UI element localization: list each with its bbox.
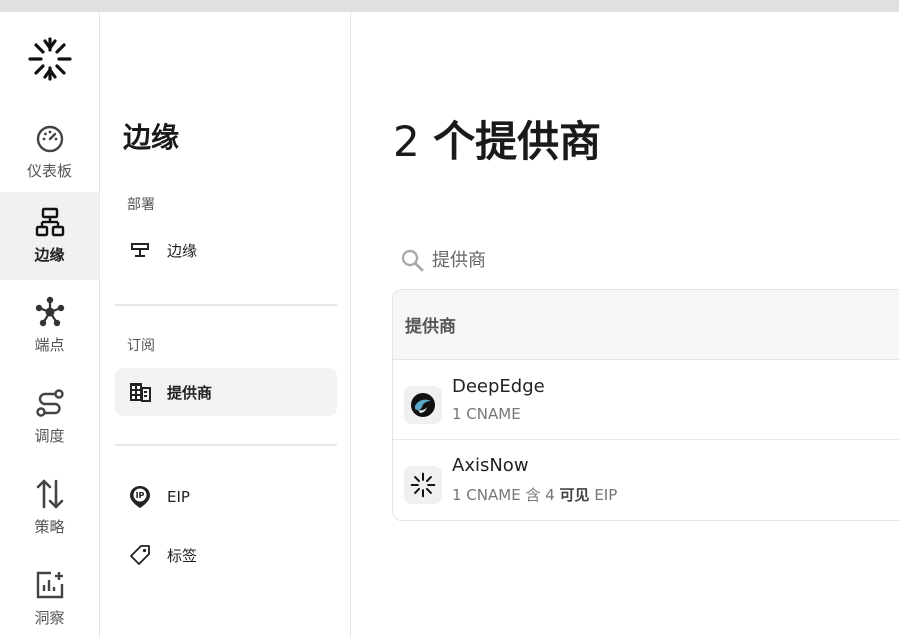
provider-details: 1 CNAME <box>452 405 545 423</box>
section-label-subscription: 订阅 <box>127 338 155 354</box>
nav-link-edge[interactable]: 边缘 <box>115 226 337 274</box>
svg-text:IP: IP <box>136 491 145 500</box>
divider <box>115 304 337 306</box>
column-header-provider[interactable]: 提供商 <box>405 312 456 337</box>
visible-label: 可见 <box>559 486 590 504</box>
section-label-deploy: 部署 <box>127 197 155 213</box>
table-row[interactable]: AxisNow 1 CNAME 含 4 可见 EIP <box>393 440 899 520</box>
primary-rail: 仪表板 边缘 端点 调度 策略 洞察 <box>0 12 100 638</box>
search-bar <box>400 245 800 275</box>
provider-count: 2 <box>393 117 420 166</box>
secondary-nav: 边缘 部署 边缘 订阅 提供商 IP EIP 标签 <box>100 12 351 638</box>
hub-icon <box>35 296 64 327</box>
provider-name: AxisNow <box>452 455 529 476</box>
gauge-icon <box>36 125 63 153</box>
main-content: 2 个提供商 提供商 DeepEdge 1 CNAME <box>352 12 899 638</box>
ip-pin-icon: IP <box>129 486 151 508</box>
rail-label-endpoints: 端点 <box>34 336 65 354</box>
subnav-title: 边缘 <box>123 121 180 154</box>
chart-plus-icon <box>36 571 63 599</box>
provider-cname: 1 CNAME <box>452 405 521 423</box>
arrows-updown-icon <box>36 479 63 509</box>
axisnow-logo <box>404 466 442 504</box>
deepedge-logo <box>404 385 442 424</box>
table-row[interactable]: DeepEdge 1 CNAME <box>393 360 899 440</box>
tag-icon <box>129 544 151 566</box>
provider-name: DeepEdge <box>452 376 545 397</box>
page-title: 2 个提供商 <box>393 108 601 169</box>
rail-label-edge: 边缘 <box>34 246 65 264</box>
rail-item-edge[interactable]: 边缘 <box>0 192 99 280</box>
rail-item-scheduling[interactable]: 调度 <box>0 373 99 461</box>
edge-icon <box>129 239 151 261</box>
window-top-bar <box>0 0 899 12</box>
nav-link-providers[interactable]: 提供商 <box>115 368 337 416</box>
axisnow-logo[interactable] <box>27 36 73 82</box>
network-icon <box>35 207 64 237</box>
nav-link-label: 提供商 <box>167 383 213 402</box>
rail-label-policy: 策略 <box>34 518 65 536</box>
table-header: 提供商 <box>393 290 899 360</box>
search-icon <box>401 249 424 272</box>
rail-label-dashboard: 仪表板 <box>26 162 72 180</box>
nav-link-label: 边缘 <box>167 241 198 260</box>
rail-label-insights: 洞察 <box>34 609 65 627</box>
providers-table: 提供商 DeepEdge 1 CNAME AxisNow 1 CNAME 含 4… <box>392 289 899 521</box>
eip-label: EIP <box>589 486 618 504</box>
rail-label-scheduling: 调度 <box>34 427 65 445</box>
nav-link-tags[interactable]: 标签 <box>115 531 337 579</box>
route-icon <box>35 389 64 417</box>
nav-link-label: 标签 <box>167 546 198 565</box>
divider <box>115 444 337 446</box>
nav-link-label: EIP <box>167 488 190 506</box>
search-input[interactable] <box>432 249 732 271</box>
nav-link-eip[interactable]: IP EIP <box>115 473 337 521</box>
rail-item-dashboard[interactable]: 仪表板 <box>0 108 99 196</box>
rail-item-insights[interactable]: 洞察 <box>0 555 99 643</box>
page-title-text: 个提供商 <box>433 117 602 166</box>
building-icon <box>129 381 151 403</box>
provider-details: 1 CNAME 含 4 可见 EIP <box>452 484 617 505</box>
rail-item-endpoints[interactable]: 端点 <box>0 282 99 370</box>
provider-cname: 1 CNAME 含 4 <box>452 486 560 504</box>
rail-item-policy[interactable]: 策略 <box>0 464 99 552</box>
